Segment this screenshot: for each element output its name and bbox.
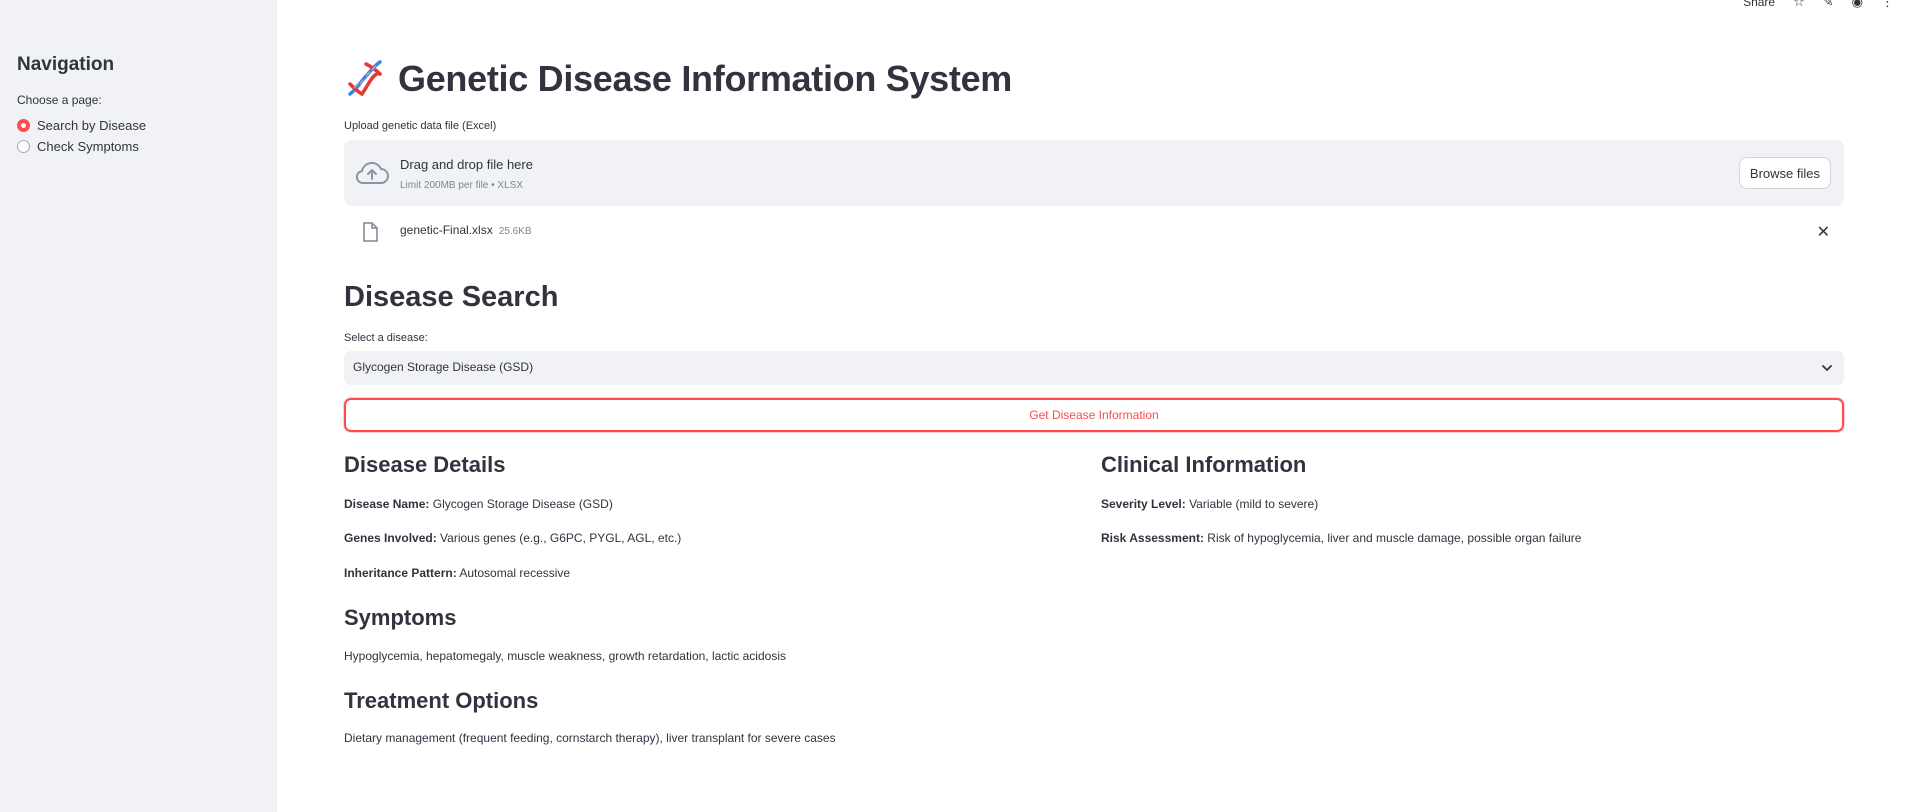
section-heading-disease-search: Disease Search [344, 281, 559, 313]
chevron-down-icon [1822, 365, 1832, 371]
radio-check-symptoms[interactable]: Check Symptoms [17, 139, 139, 154]
field-key: Risk Assessment: [1101, 531, 1204, 545]
file-size: 25.6KB [498, 226, 532, 237]
get-disease-info-button[interactable]: Get Disease Information [344, 398, 1844, 432]
field-value: Variable (mild to severe) [1189, 497, 1319, 511]
edit-icon[interactable]: ✎ [1823, 0, 1834, 10]
sidebar-title: Navigation [17, 54, 115, 75]
uploaded-file: genetic-Final.xlsx 25.6KB ✕ [344, 218, 1844, 248]
field-key: Inheritance Pattern: [344, 566, 457, 580]
dropzone-instructions: Drag and drop file here [400, 157, 533, 172]
github-icon[interactable]: ◉ [1852, 0, 1863, 10]
more-options-icon[interactable]: ⋮ [1881, 0, 1894, 10]
file-name-container: genetic-Final.xlsx 25.6KB [400, 223, 532, 237]
browse-files-button[interactable]: Browse files [1738, 157, 1831, 189]
share-button[interactable]: Share [1743, 0, 1775, 9]
page-header: Genetic Disease Information System [344, 58, 1012, 100]
remove-file-icon[interactable]: ✕ [1817, 222, 1830, 242]
disease-select[interactable]: Glycogen Storage Disease (GSD) [344, 351, 1844, 385]
risk-row: Risk Assessment: Risk of hypoglycemia, l… [1101, 531, 1581, 545]
field-key: Severity Level: [1101, 497, 1186, 511]
dna-icon [348, 60, 382, 96]
field-key: Disease Name: [344, 497, 430, 511]
field-key: Genes Involved: [344, 531, 437, 545]
treatment-text: Dietary management (frequent feeding, co… [344, 731, 836, 745]
section-heading-clinical-info: Clinical Information [1101, 452, 1307, 477]
radio-search-by-disease[interactable]: Search by Disease [17, 118, 146, 133]
radio-group-caption: Choose a page: [17, 93, 102, 107]
section-heading-symptoms: Symptoms [344, 605, 457, 630]
sidebar: Navigation Choose a page: Search by Dise… [0, 0, 277, 812]
page-title: Genetic Disease Information System [398, 58, 1013, 99]
star-icon[interactable]: ☆ [1793, 0, 1805, 10]
field-value: Autosomal recessive [459, 566, 571, 580]
upload-label: Upload genetic data file (Excel) [344, 120, 497, 132]
field-value: Various genes (e.g., G6PC, PYGL, AGL, et… [440, 531, 682, 545]
section-heading-treatment: Treatment Options [344, 688, 539, 713]
radio-label: Search by Disease [37, 118, 147, 133]
dropzone-limit: Limit 200MB per file • XLSX [400, 180, 523, 191]
field-value: Glycogen Storage Disease (GSD) [432, 497, 613, 511]
section-heading-disease-details: Disease Details [344, 452, 506, 477]
disease-name-row: Disease Name: Glycogen Storage Disease (… [344, 497, 613, 511]
inheritance-row: Inheritance Pattern: Autosomal recessive [344, 566, 570, 580]
radio-label: Check Symptoms [37, 139, 139, 154]
radio-selected-icon [17, 119, 30, 132]
field-value: Risk of hypoglycemia, liver and muscle d… [1207, 531, 1582, 545]
cloud-upload-icon [355, 161, 389, 185]
file-dropzone[interactable]: Drag and drop file here Limit 200MB per … [344, 140, 1844, 206]
select-label: Select a disease: [344, 332, 428, 344]
genes-row: Genes Involved: Various genes (e.g., G6P… [344, 531, 681, 545]
radio-unselected-icon [17, 140, 30, 153]
app-toolbar: Share ☆ ✎ ◉ ⋮ [1743, 0, 1894, 10]
select-value: Glycogen Storage Disease (GSD) [353, 360, 534, 374]
severity-row: Severity Level: Variable (mild to severe… [1101, 497, 1318, 511]
file-name: genetic-Final.xlsx [400, 223, 493, 237]
file-icon [363, 222, 378, 242]
symptoms-text: Hypoglycemia, hepatomegaly, muscle weakn… [344, 649, 786, 663]
